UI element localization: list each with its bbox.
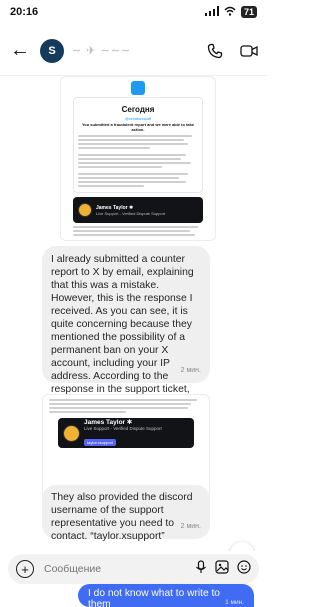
text-line <box>78 143 189 145</box>
incoming-message[interactable]: They also provided the discord username … <box>42 485 210 542</box>
text-line <box>73 226 198 228</box>
chat-header: ← S ∼ ✈ ∼∼∼ <box>0 26 267 76</box>
email-subtitle: You submitted a fraudulent report and we… <box>81 122 195 132</box>
text-line <box>78 162 191 164</box>
discord-avatar <box>78 203 92 217</box>
x-logo-icon <box>131 81 145 95</box>
text-line <box>73 230 190 232</box>
discord-profile-card: James Taylor ✱ Live Support - Verified D… <box>58 418 194 448</box>
text-line <box>49 407 188 409</box>
text-line <box>78 139 184 141</box>
status-bar: 20:16 71 <box>0 0 267 24</box>
discord-profile-card: James Taylor ✱ Live Support - Verified D… <box>73 197 203 223</box>
message-text: They also provided the discord username … <box>51 492 193 542</box>
message-input[interactable] <box>44 563 195 575</box>
discord-role: Live Support - Verified Dispute Support <box>84 425 162 431</box>
text-line <box>73 240 187 241</box>
arrow-down-icon: ↓ <box>239 547 246 552</box>
signal-icon <box>204 5 219 19</box>
text-line <box>78 154 186 156</box>
microphone-icon[interactable] <box>195 559 207 579</box>
message-time: 2 мин. <box>180 523 201 530</box>
email-handle: @creatorsstaff <box>125 116 151 121</box>
text-line <box>78 135 192 137</box>
status-icons: 71 <box>204 5 257 19</box>
text-line <box>49 399 197 401</box>
header-actions <box>205 41 259 61</box>
avatar[interactable]: S <box>40 38 64 63</box>
discord-name: James Taylor ✱ <box>84 418 133 426</box>
message-time: 1 мин. <box>225 599 244 606</box>
status-time: 20:16 <box>10 6 39 18</box>
email-screenshot-image[interactable]: Сегодня @creatorsstaff You submitted a f… <box>60 76 216 241</box>
text-line <box>49 403 191 405</box>
message-text: I do not know what to write to them <box>88 588 220 607</box>
phone-icon[interactable] <box>205 41 225 61</box>
chat-thread[interactable]: Сегодня @creatorsstaff You submitted a f… <box>0 76 267 551</box>
avatar-initial: S <box>48 44 56 57</box>
email-footer-text <box>73 226 203 241</box>
sticker-icon[interactable] <box>237 559 251 579</box>
scroll-down-button[interactable]: ↓ <box>230 542 254 551</box>
discord-username-button: taylor.xsupport <box>84 438 117 446</box>
email-card: Сегодня @creatorsstaff You submitted a f… <box>73 97 203 193</box>
plus-icon[interactable]: + <box>16 560 34 578</box>
text-line <box>73 234 196 236</box>
text-line <box>78 177 179 179</box>
contact-name[interactable]: ∼ ✈ ∼∼∼ <box>72 44 131 57</box>
composer-actions <box>195 559 251 579</box>
text-line <box>49 411 126 413</box>
discord-avatar <box>63 424 80 442</box>
text-line <box>78 158 182 160</box>
text-line <box>78 185 144 187</box>
text-line <box>78 147 150 149</box>
gallery-icon[interactable] <box>215 559 229 579</box>
message-composer: + <box>8 554 259 584</box>
message-time: 2 мин. <box>180 367 201 374</box>
battery-indicator: 71 <box>240 6 257 18</box>
back-arrow-icon[interactable]: ← <box>8 39 32 62</box>
discord-role: Live Support - Verified Dispute Support <box>96 210 166 216</box>
outgoing-message[interactable]: I do not know what to write to them 1 ми… <box>78 584 254 607</box>
video-call-icon[interactable] <box>239 41 259 61</box>
text-line <box>78 173 189 175</box>
email-heading: Сегодня <box>121 105 155 114</box>
incoming-message[interactable]: I already submitted a counter report to … <box>42 246 210 434</box>
text-line <box>78 181 186 183</box>
screenshot-text <box>49 399 203 413</box>
text-line <box>78 166 162 168</box>
wifi-icon <box>224 6 236 19</box>
